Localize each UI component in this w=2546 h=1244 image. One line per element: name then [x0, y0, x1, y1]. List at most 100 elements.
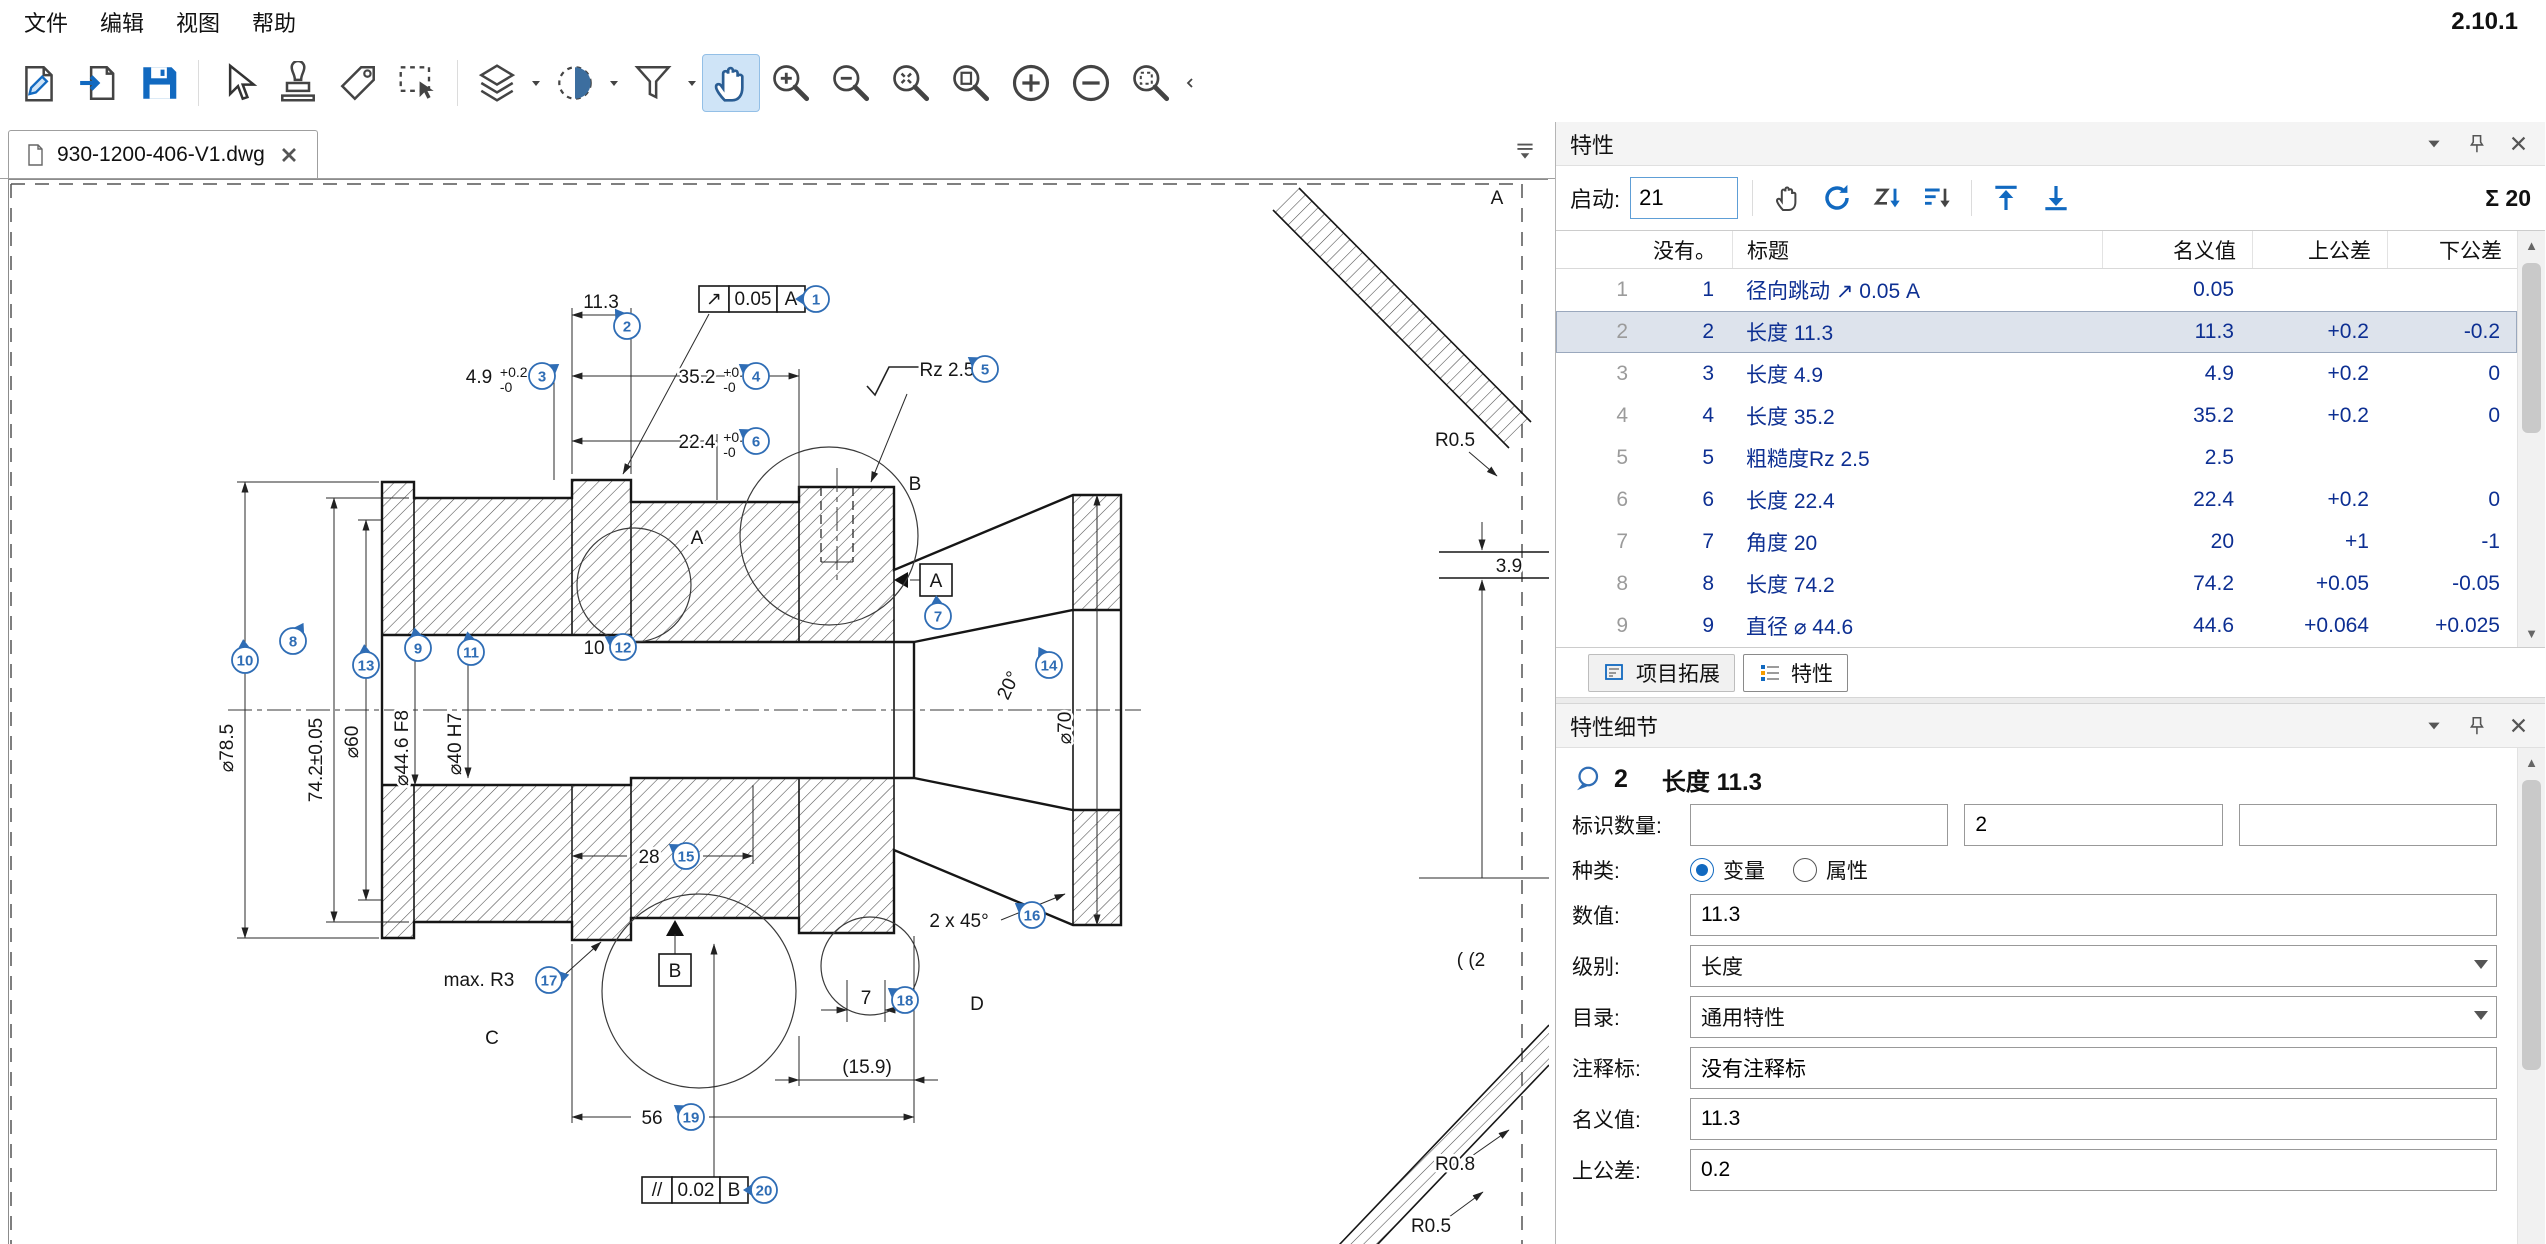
table-scrollbar[interactable]: ▲ ▼: [2517, 231, 2545, 647]
overflow-chevron-icon[interactable]: [1182, 54, 1198, 112]
scroll-down-icon[interactable]: ▼: [2518, 619, 2545, 647]
characteristic-row[interactable]: 44长度 35.235.2+0.20: [1556, 395, 2517, 437]
balloon-14[interactable]: 14: [1036, 647, 1062, 678]
characteristic-row[interactable]: 77角度 2020+1-1: [1556, 521, 2517, 563]
catalog-select[interactable]: 通用特性: [1690, 996, 2497, 1038]
upper-tol-input[interactable]: [1690, 1149, 2497, 1191]
characteristic-row[interactable]: 88长度 74.274.2+0.05-0.05: [1556, 563, 2517, 605]
stamp-icon[interactable]: [269, 54, 327, 112]
svg-text:17: 17: [541, 973, 558, 990]
decrease-icon[interactable]: [1062, 54, 1120, 112]
svg-text:2: 2: [623, 319, 631, 336]
document-tab[interactable]: 930-1200-406-V1.dwg: [8, 130, 318, 178]
scroll-up-icon[interactable]: ▲: [2518, 231, 2545, 259]
zoom-page-icon[interactable]: [942, 54, 1000, 112]
display-mode-dropdown-icon[interactable]: [606, 54, 622, 112]
move-top-icon[interactable]: [1986, 178, 2026, 218]
characteristic-row[interactable]: 55粗糙度Rz 2.52.5: [1556, 437, 2517, 479]
hand-tool-icon[interactable]: [1767, 178, 1807, 218]
details-scrollbar[interactable]: ▲: [2517, 748, 2545, 1244]
zoom-window-icon[interactable]: [1122, 54, 1180, 112]
scrollbar-thumb[interactable]: [2522, 263, 2541, 433]
characteristic-row[interactable]: 99直径 ⌀ 44.644.6+0.064+0.025: [1556, 605, 2517, 647]
tab-close-icon[interactable]: [275, 141, 303, 169]
dimension-label: 22.4+0.2-0: [679, 429, 752, 460]
balloon-6[interactable]: 6: [739, 428, 769, 454]
close-icon[interactable]: [2505, 713, 2531, 739]
save-icon[interactable]: [130, 54, 188, 112]
balloon-13[interactable]: 13: [353, 644, 379, 678]
balloon-3[interactable]: 3: [529, 363, 559, 389]
panel-menu-caret-icon[interactable]: [2421, 131, 2447, 157]
menu-help[interactable]: 帮助: [236, 2, 312, 42]
pan-hand-icon[interactable]: [702, 54, 760, 112]
scroll-up-icon[interactable]: ▲: [2518, 748, 2545, 776]
marquee-select-icon[interactable]: [389, 54, 447, 112]
balloon-2[interactable]: 2: [614, 309, 640, 339]
characteristic-row[interactable]: 33长度 4.94.9+0.20: [1556, 353, 2517, 395]
tab-characteristics[interactable]: 特性: [1743, 654, 1848, 692]
new-annotation-icon[interactable]: [10, 54, 68, 112]
balloon-7[interactable]: 7: [925, 595, 951, 629]
increase-icon[interactable]: [1002, 54, 1060, 112]
tab-project-extension[interactable]: 项目拓展: [1588, 654, 1735, 692]
move-bottom-icon[interactable]: [2036, 178, 2076, 218]
id-count-input-2[interactable]: [1964, 804, 2222, 846]
sort-order-icon[interactable]: [1917, 178, 1957, 218]
menu-file[interactable]: 文件: [8, 2, 84, 42]
balloon-16[interactable]: 16: [1015, 902, 1045, 928]
balloon-8[interactable]: 8: [280, 623, 306, 654]
close-icon[interactable]: [2505, 131, 2531, 157]
note-input[interactable]: [1690, 1047, 2497, 1089]
header-lower-tol[interactable]: 下公差: [2387, 231, 2518, 268]
id-count-input-1[interactable]: [1690, 804, 1948, 846]
balloon-17[interactable]: 17: [536, 967, 569, 993]
start-number-input[interactable]: [1630, 177, 1738, 219]
header-nominal[interactable]: 名义值: [2102, 231, 2252, 268]
menu-view[interactable]: 视图: [160, 2, 236, 42]
layers-dropdown-icon[interactable]: [528, 54, 544, 112]
zoom-in-icon[interactable]: [762, 54, 820, 112]
header-upper-tol[interactable]: 上公差: [2252, 231, 2387, 268]
open-document-icon[interactable]: [70, 54, 128, 112]
window-list-icon[interactable]: [1511, 136, 1539, 164]
select-cursor-icon[interactable]: [209, 54, 267, 112]
drawing-canvas[interactable]: 11.34.9+0.2-035.2+0.2-0Rz 2.522.4+0.2-01…: [8, 179, 1548, 1244]
class-select[interactable]: 长度: [1690, 945, 2497, 987]
zoom-extents-icon[interactable]: [882, 54, 940, 112]
scrollbar-thumb[interactable]: [2522, 780, 2541, 1070]
pin-icon[interactable]: [2463, 131, 2489, 157]
value-input[interactable]: [1690, 894, 2497, 936]
nominal-input[interactable]: [1690, 1098, 2497, 1140]
header-title[interactable]: 标题: [1732, 231, 2102, 268]
balloon-4[interactable]: 4: [739, 363, 769, 389]
header-no[interactable]: 没有。: [1644, 231, 1732, 268]
filter-icon[interactable]: [624, 54, 682, 112]
tag-icon[interactable]: [329, 54, 387, 112]
balloon-19[interactable]: 19: [674, 1104, 704, 1130]
radio-variable[interactable]: 变量: [1690, 855, 1765, 885]
radio-button[interactable]: [1690, 858, 1714, 882]
radio-button[interactable]: [1793, 858, 1817, 882]
characteristic-row[interactable]: 11径向跳动 ↗ 0.05 A0.05: [1556, 269, 2517, 311]
balloon-12[interactable]: 12: [605, 634, 636, 660]
properties-panel-header: 特性: [1556, 122, 2545, 166]
characteristic-row[interactable]: 22长度 11.311.3+0.2-0.2: [1556, 311, 2517, 353]
panel-menu-caret-icon[interactable]: [2421, 713, 2447, 739]
zoom-out-icon[interactable]: [822, 54, 880, 112]
id-count-input-3[interactable]: [2239, 804, 2497, 846]
row-upper-tol: +0.05: [2252, 572, 2387, 596]
pin-icon[interactable]: [2463, 713, 2489, 739]
filter-dropdown-icon[interactable]: [684, 54, 700, 112]
layers-icon[interactable]: [468, 54, 526, 112]
menu-edit[interactable]: 编辑: [84, 2, 160, 42]
balloon-11[interactable]: 11: [458, 631, 484, 665]
radio-attribute[interactable]: 属性: [1793, 855, 1868, 885]
refresh-icon[interactable]: [1817, 178, 1857, 218]
characteristic-row[interactable]: 66长度 22.422.4+0.20: [1556, 479, 2517, 521]
svg-text:6: 6: [752, 434, 760, 451]
sort-z-icon[interactable]: [1867, 178, 1907, 218]
display-mode-icon[interactable]: [546, 54, 604, 112]
row-number: 2: [1644, 320, 1732, 344]
balloon-10[interactable]: 10: [232, 639, 258, 673]
